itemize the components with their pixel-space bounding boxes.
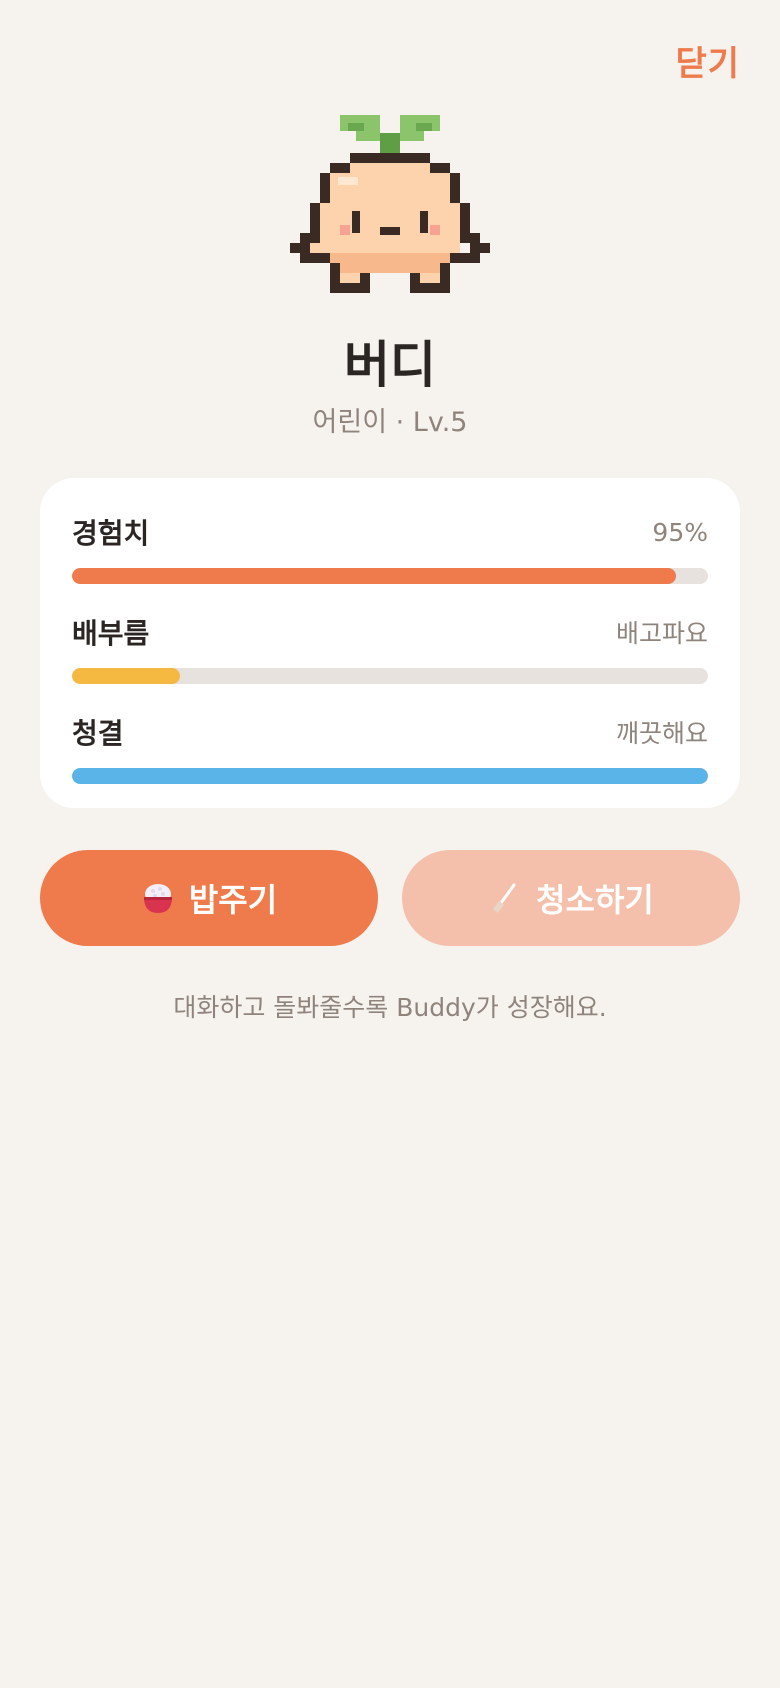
progress-fill bbox=[72, 668, 181, 684]
stats-card: 경험치 95% 배부름 배고파요 청결 깨끗해요 bbox=[40, 478, 740, 808]
stat-cleanliness: 청결 깨끗해요 bbox=[72, 712, 708, 784]
broom-icon bbox=[493, 883, 516, 913]
pet-level: 어린이 · Lv.5 bbox=[312, 407, 468, 438]
feed-button-label: 밥주기 bbox=[188, 881, 278, 919]
progress-fill bbox=[72, 568, 677, 584]
clean-button[interactable]: 청소하기 bbox=[402, 850, 740, 946]
stat-fullness: 배부름 배고파요 bbox=[72, 612, 708, 684]
rice-bowl-icon bbox=[143, 884, 172, 913]
clean-button-label: 청소하기 bbox=[536, 881, 654, 919]
sprout-pet-icon bbox=[290, 115, 490, 293]
pet-avatar bbox=[0, 115, 780, 305]
pet-name: 버디 bbox=[344, 336, 436, 394]
progress-fill bbox=[72, 768, 708, 784]
stat-experience: 경험치 95% bbox=[72, 512, 708, 584]
action-buttons: 밥주기 청소하기 bbox=[40, 850, 740, 946]
feed-button[interactable]: 밥주기 bbox=[40, 850, 378, 946]
progress-track bbox=[72, 568, 708, 584]
stat-label: 배부름 bbox=[72, 617, 150, 650]
close-button[interactable]: 닫기 bbox=[675, 36, 740, 85]
progress-track bbox=[72, 668, 708, 684]
progress-track bbox=[72, 768, 708, 784]
stat-value: 깨끗해요 bbox=[615, 719, 708, 748]
stat-label: 청결 bbox=[72, 717, 124, 750]
footer-hint: 대화하고 돌봐줄수록 Buddy가 성장해요. bbox=[173, 993, 607, 1022]
stat-value: 배고파요 bbox=[615, 619, 708, 648]
stat-label: 경험치 bbox=[72, 517, 150, 550]
stat-value: 95% bbox=[652, 517, 708, 547]
